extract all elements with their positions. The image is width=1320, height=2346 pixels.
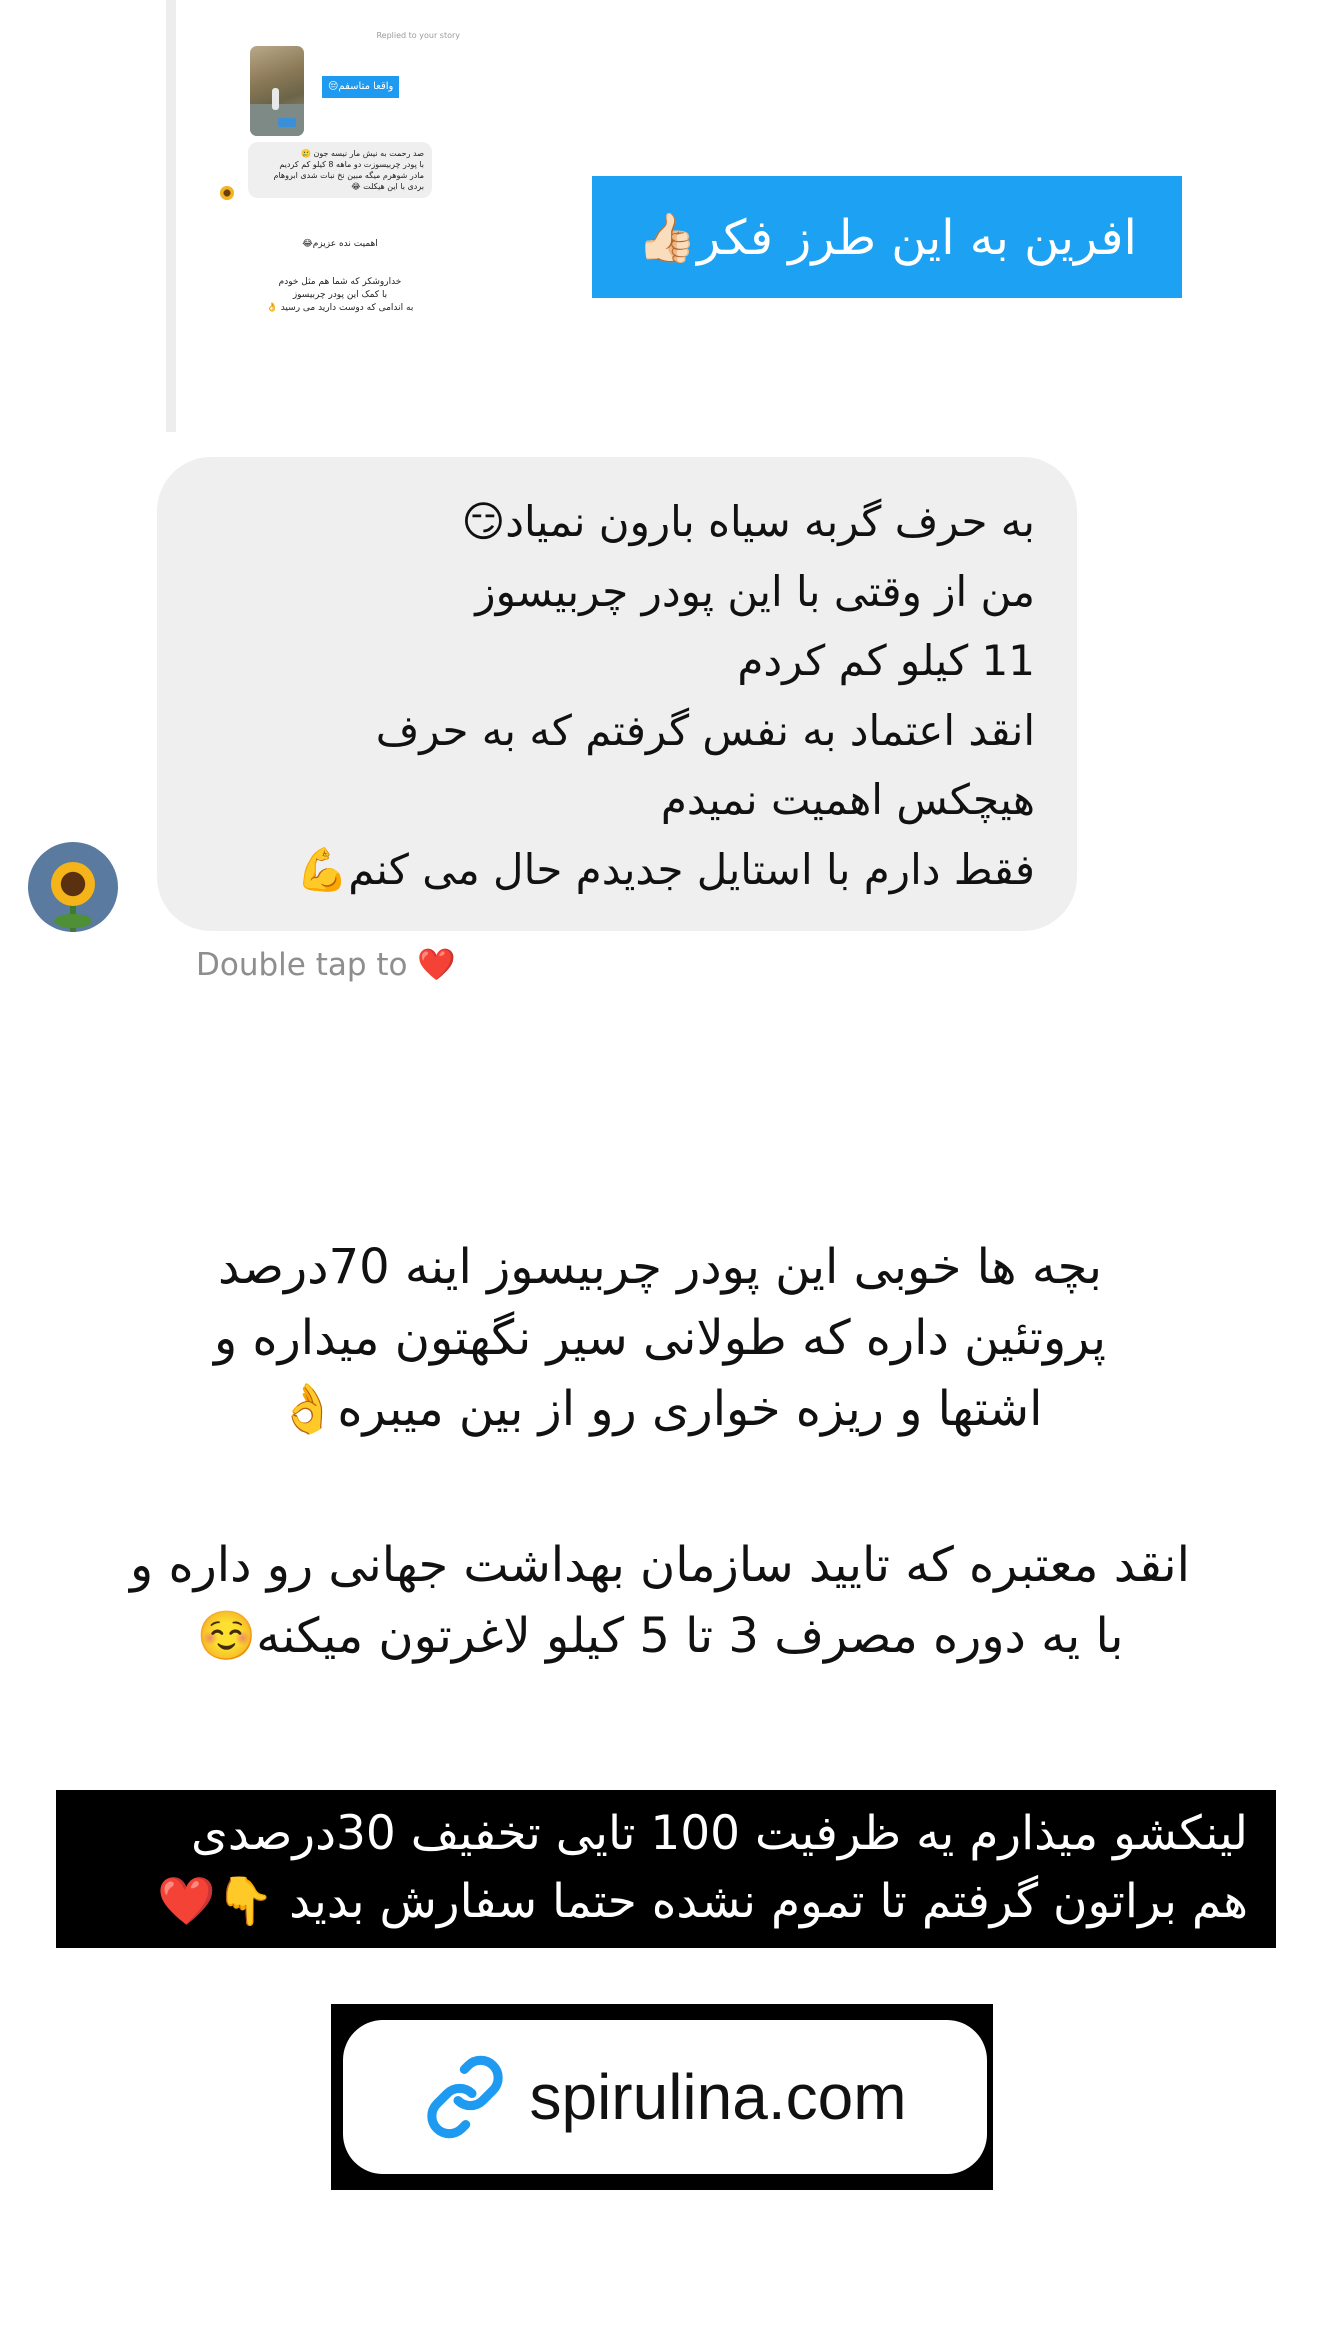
nested-line: مادر شوهرم میگه مبین نخ نبات شدی ابروهام <box>273 171 424 180</box>
message-line: من از وقتی با این پودر چربیسوز <box>475 566 1035 616</box>
nested-line: با پودر چربیسوزت دو ماهه 8 کیلو کم کردیم <box>279 160 424 169</box>
caption-line: اشتها و ریزه خواری رو از بین میبره👌 <box>277 1381 1043 1437</box>
caption-paragraph-1: بچه ها خوبی این پودر چربیسوز اینه 70درصد… <box>60 1232 1260 1445</box>
link-sticker[interactable]: spirulina.com <box>343 2020 987 2174</box>
caption-banner: افرین به این طرز فکر👍🏻 <box>592 176 1182 298</box>
nested-message-bubble: صد رحمت به نیش مار نیسه جون 🥲 با پودر چر… <box>248 142 432 198</box>
nested-line: صد رحمت به نیش مار نیسه جون 🥲 <box>300 149 424 158</box>
replied-to-story-label: Replied to your story <box>376 31 460 40</box>
nested-reply-text: خداروشکر که شما هم مثل خودم با کمک این پ… <box>266 277 414 313</box>
caption-paragraph-2: انقد معتبره که تایید سازمان بهداشت جهانی… <box>60 1530 1260 1672</box>
promo-line: هم براتون گرفتم تا تموم نشده حتما سفارش … <box>157 1874 1248 1929</box>
link-url: spirulina.com <box>529 2061 907 2133</box>
caption-line: با یه دوره مصرف 3 تا 5 کیلو لاغرتون میکن… <box>196 1608 1124 1664</box>
message-line: هیچکس اهمیت نمیدم <box>660 775 1035 824</box>
story-thumbnail[interactable] <box>250 46 304 136</box>
message-line: 11 کیلو کم کردم <box>737 636 1035 685</box>
message-bubble[interactable]: به حرف گربه سیاه بارون نمیاد😏 من از وقتی… <box>157 457 1077 931</box>
story-reply-chip: واقعا متاسفم😔 <box>322 76 400 98</box>
promo-line: لینکشو میذارم یه ظرفیت 100 تایی تخفیف 30… <box>191 1806 1248 1861</box>
double-tap-hint: Double tap to ❤️ <box>196 947 456 983</box>
sender-avatar[interactable] <box>28 842 118 932</box>
promo-box: لینکشو میذارم یه ظرفیت 100 تایی تخفیف 30… <box>56 1790 1276 1948</box>
message-line: به حرف گربه سیاه بارون نمیاد😏 <box>461 497 1035 546</box>
link-icon <box>427 2055 504 2139</box>
caption-line: بچه ها خوبی این پودر چربیسوز اینه 70درصد <box>218 1239 1102 1295</box>
reply-thread-line <box>166 0 176 432</box>
caption-line: پروتئین داره که طولانی سیر نگهتون میداره… <box>213 1310 1106 1366</box>
message-line: انقد اعتماد به نفس گرفتم که به حرف <box>375 705 1035 755</box>
caption-line: انقد معتبره که تایید سازمان بهداشت جهانی… <box>130 1537 1190 1593</box>
nested-line: بردی با این هیکلت 😂 <box>351 182 424 191</box>
nested-reply-line: اهمیت نده عزیزم😂 <box>302 239 378 249</box>
nested-avatar <box>220 186 234 200</box>
message-line: فقط دارم با استایل جدیدم حال می کنم💪 <box>295 844 1035 894</box>
